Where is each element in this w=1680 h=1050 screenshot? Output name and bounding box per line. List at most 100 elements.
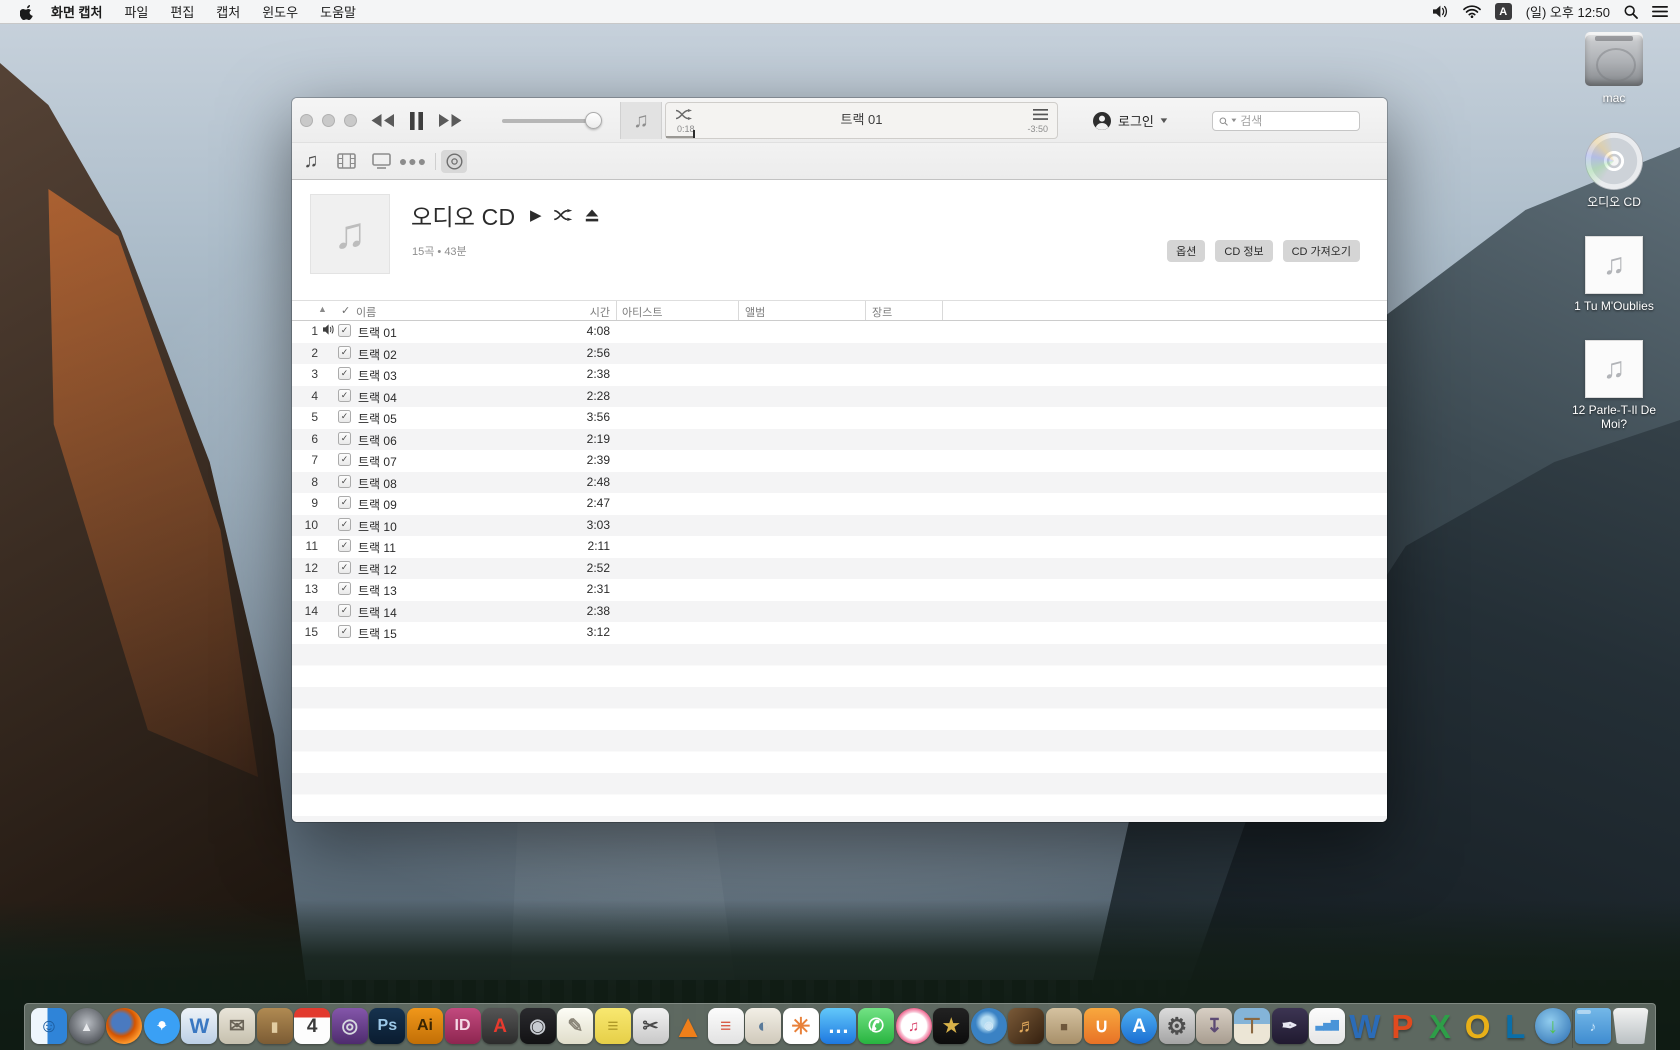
dock-excel[interactable]: X	[1422, 1008, 1458, 1050]
dock-powerpoint[interactable]: P	[1384, 1008, 1420, 1050]
dock-illustrator[interactable]: Ai	[407, 1008, 443, 1050]
dock-facetime[interactable]: ✆	[858, 1008, 894, 1050]
track-name[interactable]: 트랙 06	[358, 432, 397, 449]
search-input[interactable]	[1240, 114, 1353, 128]
track-checkbox[interactable]: ✓	[338, 389, 351, 402]
input-source-icon[interactable]: A	[1495, 3, 1512, 20]
dock-calendar[interactable]: 4	[294, 1008, 330, 1050]
zoom-button[interactable]	[344, 114, 357, 127]
dock-reminders[interactable]: ≡	[708, 1008, 744, 1050]
track-name[interactable]: 트랙 04	[358, 389, 397, 406]
dock-finder[interactable]: ☺	[31, 1008, 67, 1050]
dock-itunes[interactable]: ♫	[896, 1008, 932, 1050]
dock-launchpad[interactable]: ▲	[69, 1008, 105, 1050]
track-checkbox[interactable]: ✓	[338, 453, 351, 466]
track-checkbox[interactable]: ✓	[338, 625, 351, 638]
header-artist[interactable]: 아티스트	[622, 304, 662, 320]
dock-toast-titanium[interactable]: ◎	[332, 1008, 368, 1050]
track-checkbox[interactable]: ✓	[338, 518, 351, 531]
header-checkbox-column[interactable]: ✓	[341, 304, 350, 317]
track-row-8[interactable]: 8✓트랙 082:48	[292, 472, 1387, 494]
column-divider[interactable]	[942, 301, 943, 320]
dock-screen-capture[interactable]: ✂	[633, 1008, 669, 1050]
media-picker-button[interactable]: ♫	[620, 102, 662, 139]
minimize-button[interactable]	[322, 114, 335, 127]
track-row-12[interactable]: 12✓트랙 122:52	[292, 558, 1387, 580]
track-row-11[interactable]: 11✓트랙 112:11	[292, 536, 1387, 558]
desktop-icon-hdd-1[interactable]: mac	[1585, 32, 1643, 105]
track-checkbox[interactable]: ✓	[338, 604, 351, 617]
track-row-15[interactable]: 15✓트랙 153:12	[292, 622, 1387, 644]
volume-slider[interactable]	[502, 119, 600, 123]
cd-info-button[interactable]: CD 정보	[1215, 240, 1272, 262]
column-divider[interactable]	[865, 301, 866, 320]
shuffle-album-button[interactable]	[554, 209, 573, 221]
track-row-14[interactable]: 14✓트랙 142:38	[292, 601, 1387, 623]
menu-item-2[interactable]: 파일	[113, 0, 159, 23]
track-checkbox[interactable]: ✓	[338, 410, 351, 423]
close-button[interactable]	[300, 114, 313, 127]
notification-center-icon[interactable]	[1652, 5, 1668, 18]
next-button[interactable]	[438, 113, 463, 128]
track-checkbox[interactable]: ✓	[338, 432, 351, 445]
audio-cd-tab[interactable]	[441, 150, 467, 173]
dock-messages[interactable]: …	[820, 1008, 856, 1050]
dock-acrobat[interactable]: A	[482, 1008, 518, 1050]
playhead[interactable]	[693, 130, 695, 138]
dock-textedit[interactable]: ✎	[557, 1008, 593, 1050]
track-name[interactable]: 트랙 12	[358, 561, 397, 578]
track-checkbox[interactable]: ✓	[338, 346, 351, 359]
dock-app-store[interactable]: A	[1121, 1008, 1157, 1050]
track-name[interactable]: 트랙 09	[358, 496, 397, 513]
dock-contacts[interactable]: ▮	[257, 1008, 293, 1050]
dock-keynote[interactable]: ⊤	[1234, 1008, 1270, 1050]
track-row-7[interactable]: 7✓트랙 072:39	[292, 450, 1387, 472]
dock-mail[interactable]: ✉	[219, 1008, 255, 1050]
options-button[interactable]: 옵션	[1167, 240, 1205, 262]
track-name[interactable]: 트랙 08	[358, 475, 397, 492]
desktop-icon-audio-4[interactable]: ♫12 Parle-T-Il De Moi?	[1559, 340, 1669, 431]
search-scope-chevron-icon[interactable]: ▼	[1230, 118, 1238, 124]
track-checkbox[interactable]: ✓	[338, 582, 351, 595]
column-divider[interactable]	[616, 301, 617, 320]
dock-globe-download-app[interactable]: ↓	[1535, 1008, 1571, 1050]
dock-indesign[interactable]: ID	[445, 1008, 481, 1050]
music-tab[interactable]: ♫	[296, 143, 326, 179]
dock-photoshop[interactable]: Ps	[369, 1008, 405, 1050]
track-row-6[interactable]: 6✓트랙 062:19	[292, 429, 1387, 451]
track-checkbox[interactable]: ✓	[338, 367, 351, 380]
volume-icon[interactable]	[1432, 5, 1449, 18]
track-row-13[interactable]: 13✓트랙 132:31	[292, 579, 1387, 601]
menu-item-1[interactable]: 화면 캡처	[40, 0, 113, 23]
track-name[interactable]: 트랙 10	[358, 518, 397, 535]
apple-menu[interactable]	[14, 0, 40, 23]
menu-clock[interactable]: (일) 오후 12:50	[1526, 2, 1610, 21]
search-field[interactable]: ▼	[1212, 111, 1360, 131]
dock-safari[interactable]: ✦	[144, 1008, 180, 1050]
header-name[interactable]: 이름	[356, 304, 376, 320]
dock-system-preferences[interactable]: ⚙	[1159, 1008, 1195, 1050]
volume-knob[interactable]	[585, 112, 602, 129]
track-name[interactable]: 트랙 13	[358, 582, 397, 599]
track-row-3[interactable]: 3✓트랙 032:38	[292, 364, 1387, 386]
dock-garageband[interactable]: ♬	[1008, 1008, 1044, 1050]
track-name[interactable]: 트랙 07	[358, 453, 397, 470]
track-name[interactable]: 트랙 15	[358, 625, 397, 642]
menu-item-6[interactable]: 도움말	[309, 0, 367, 23]
track-row-1[interactable]: 1✓트랙 014:08	[292, 321, 1387, 343]
up-next-icon[interactable]	[1033, 109, 1048, 120]
dock-iweb[interactable]: W	[181, 1008, 217, 1050]
dock-idvd[interactable]: ◉	[520, 1008, 556, 1050]
dock-photos[interactable]: ✳	[783, 1008, 819, 1050]
dock-trash[interactable]	[1613, 1008, 1649, 1050]
spotlight-icon[interactable]	[1624, 5, 1638, 19]
menu-item-3[interactable]: 편집	[159, 0, 205, 23]
dock-pages[interactable]: ✒	[1272, 1008, 1308, 1050]
dock-lync[interactable]: L	[1497, 1008, 1533, 1050]
window-titlebar[interactable]: ♫ 트랙 01 0:18 -3:50 로그인 ▼ ▼	[292, 98, 1387, 143]
column-divider[interactable]	[738, 301, 739, 320]
dock-outlook[interactable]: O	[1460, 1008, 1496, 1050]
track-name[interactable]: 트랙 11	[358, 539, 396, 556]
header-album[interactable]: 앨범	[745, 304, 765, 320]
track-checkbox[interactable]: ✓	[338, 475, 351, 488]
